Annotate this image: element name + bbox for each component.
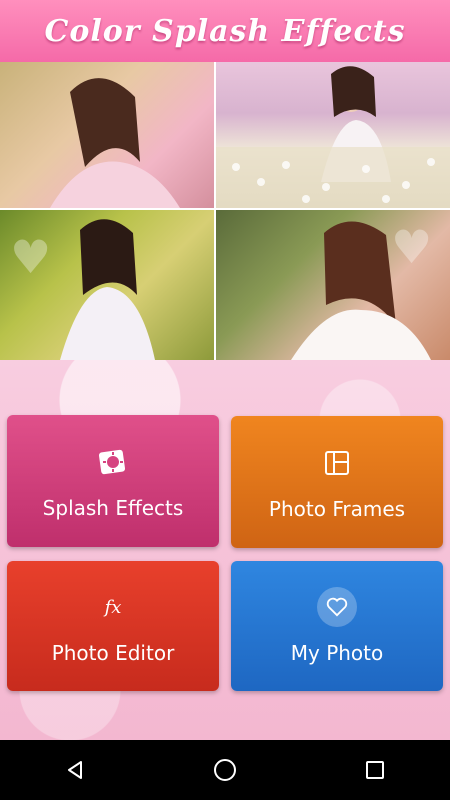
woman-figure [60, 219, 155, 360]
woman-figure [50, 78, 180, 208]
frame-icon [317, 443, 357, 483]
woman-figure [291, 221, 431, 360]
back-icon[interactable] [45, 740, 105, 800]
splash-effects-button[interactable]: Splash Effects [7, 415, 219, 547]
collage-photo-1: ♥ [0, 62, 214, 208]
splash-icon [93, 442, 133, 482]
home-icon[interactable] [195, 740, 255, 800]
my-photo-button[interactable]: My Photo [231, 561, 443, 691]
collage-photo-2 [216, 62, 450, 208]
photo-collage: ♥ ♥ ♥ [0, 62, 450, 360]
app-title: Color Splash Effects [44, 13, 406, 49]
my-photo-label: My Photo [290, 641, 384, 665]
collage-photo-3: ♥ [0, 210, 214, 360]
recent-apps-icon[interactable] [345, 740, 405, 800]
photo-frames-label: Photo Frames [268, 497, 406, 521]
photo-editor-label: Photo Editor [51, 641, 175, 665]
navigation-bar [0, 740, 450, 800]
app-header: Color Splash Effects [0, 0, 450, 62]
heart-icon [317, 587, 357, 627]
splash-effects-label: Splash Effects [42, 496, 184, 520]
photo-editor-button[interactable]: fx Photo Editor [7, 561, 219, 691]
photo-frames-button[interactable]: Photo Frames [231, 416, 443, 548]
collage-photo-4: ♥ [216, 210, 450, 360]
fx-icon: fx [104, 596, 122, 618]
flower-field [216, 147, 450, 208]
